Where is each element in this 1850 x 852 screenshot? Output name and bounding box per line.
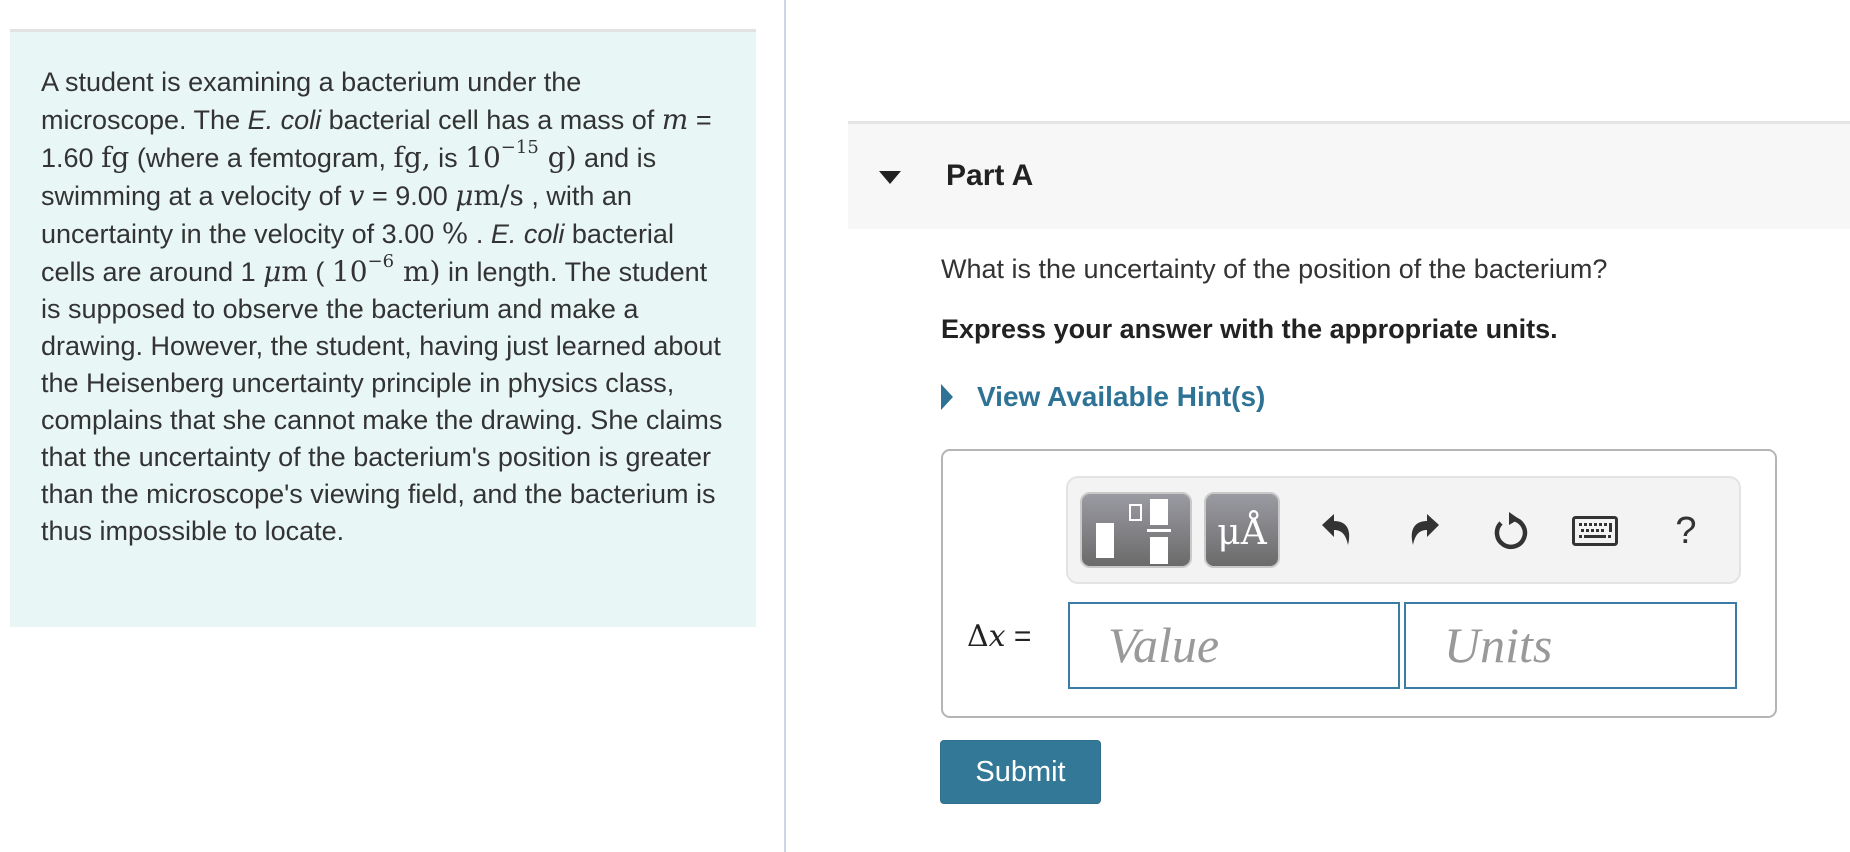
text-segment: ( xyxy=(307,257,332,287)
answer-label: Δx = xyxy=(967,619,1031,654)
text-segment: bacterial cell has a mass of xyxy=(321,105,662,135)
power-base: 10 xyxy=(331,255,368,288)
percent-symbol: % xyxy=(441,217,469,250)
equals-sign: = xyxy=(1005,620,1032,653)
text-segment: in length. The student is supposed to ob… xyxy=(41,257,723,546)
part-title: Part A xyxy=(946,159,1034,192)
redo-icon[interactable] xyxy=(1398,506,1448,556)
species-name: E. coli xyxy=(490,219,565,249)
math-toolbar: μÅ ? xyxy=(1066,476,1741,584)
mass-unit: fg xyxy=(101,141,130,174)
problem-column: A student is examining a bacterium under… xyxy=(0,0,786,852)
collapse-triangle-icon[interactable] xyxy=(879,171,901,184)
velocity-unit: m/s xyxy=(473,179,524,212)
templates-button[interactable] xyxy=(1080,492,1192,568)
help-icon[interactable]: ? xyxy=(1661,506,1711,556)
species-name: E. coli xyxy=(247,105,322,135)
meter-unit: m) xyxy=(394,255,441,288)
answer-box: μÅ ? Δx = Value Units xyxy=(941,449,1777,718)
text-segment: is xyxy=(430,143,466,173)
power-exponent: −6 xyxy=(367,251,395,272)
undo-icon[interactable] xyxy=(1313,506,1363,556)
instruction-text: Express your answer with the appropriate… xyxy=(941,314,1558,344)
velocity-variable: v xyxy=(348,179,365,212)
micro-symbol: μ xyxy=(263,255,282,288)
micro-symbol: μ xyxy=(455,179,474,212)
units-input[interactable]: Units xyxy=(1404,602,1737,689)
hints-label: View Available Hint(s) xyxy=(977,381,1266,412)
part-a-header[interactable]: Part A xyxy=(848,121,1850,229)
units-button[interactable]: μÅ xyxy=(1204,492,1280,568)
problem-text: A student is examining a bacterium under… xyxy=(41,64,728,550)
problem-statement: A student is examining a bacterium under… xyxy=(10,29,756,627)
keyboard-icon[interactable] xyxy=(1570,506,1620,556)
text-segment: (where a femtogram, xyxy=(129,143,394,173)
expand-triangle-icon xyxy=(941,384,953,410)
submit-button[interactable]: Submit xyxy=(940,740,1101,804)
view-hints-link[interactable]: View Available Hint(s) xyxy=(941,381,1265,413)
question-text: What is the uncertainty of the position … xyxy=(941,254,1608,284)
value-input[interactable]: Value xyxy=(1068,602,1400,689)
velocity-value: = 9.00 xyxy=(364,181,456,211)
text-segment: . xyxy=(468,219,491,249)
meter-unit: m xyxy=(281,255,308,288)
delta-symbol: Δ xyxy=(967,619,989,654)
unit-symbol: fg, xyxy=(393,141,431,174)
gram-unit: g) xyxy=(538,141,577,174)
answer-variable: x xyxy=(988,619,1006,654)
mass-variable: m xyxy=(661,103,689,136)
power-exponent: −15 xyxy=(500,137,539,158)
power-base: 10 xyxy=(465,141,501,174)
reset-icon[interactable] xyxy=(1486,506,1536,556)
